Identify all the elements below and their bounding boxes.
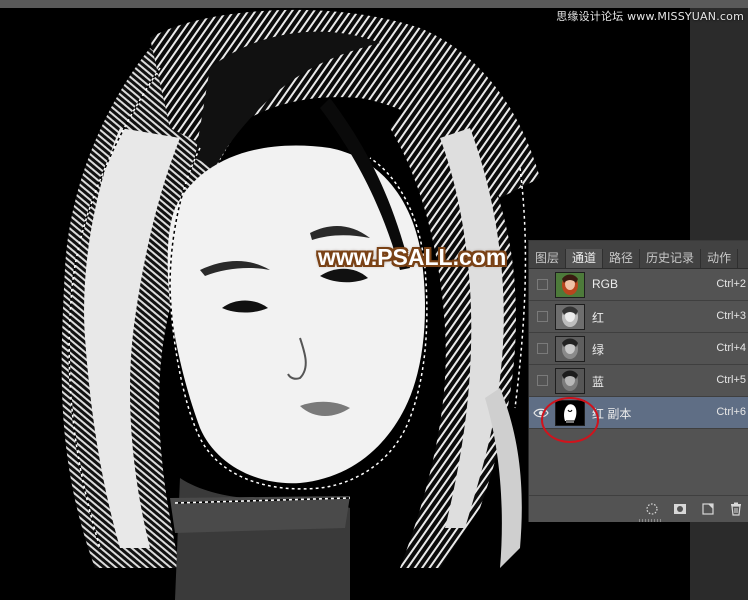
channel-row-rgb[interactable]: RGB Ctrl+2 <box>529 269 748 301</box>
channel-row-red[interactable]: 红 Ctrl+3 <box>529 301 748 333</box>
watermark-text: www.PSALL.com <box>318 244 507 270</box>
load-selection-icon[interactable] <box>645 502 659 516</box>
tab-layers[interactable]: 图层 <box>529 249 567 268</box>
channel-thumbnail <box>555 304 585 330</box>
channel-thumbnail <box>555 272 585 298</box>
channel-thumbnail <box>555 368 585 394</box>
new-channel-icon[interactable] <box>701 502 715 516</box>
tab-paths[interactable]: 路径 <box>603 249 641 268</box>
visibility-toggle[interactable] <box>537 279 548 290</box>
channel-name: 蓝 <box>592 375 605 389</box>
channel-row-blue[interactable]: 蓝 Ctrl+5 <box>529 365 748 397</box>
panel-tabs: 图层 通道 路径 历史记录 动作 <box>529 241 748 269</box>
delete-channel-icon[interactable] <box>729 502 743 516</box>
channel-shortcut: Ctrl+4 <box>716 342 746 354</box>
channel-name: 红 <box>592 311 605 325</box>
channels-panel: 图层 通道 路径 历史记录 动作 RGB Ctrl+2 红 Ctrl+3 绿 C… <box>528 240 748 522</box>
save-selection-icon[interactable] <box>673 502 687 516</box>
visibility-toggle[interactable] <box>537 311 548 322</box>
annotation-circle <box>541 397 599 443</box>
channel-thumbnail <box>555 336 585 362</box>
channel-name: RGB <box>592 277 619 291</box>
visibility-toggle[interactable] <box>537 375 548 386</box>
channel-shortcut: Ctrl+6 <box>716 406 746 418</box>
channel-name: 绿 <box>592 343 605 357</box>
channel-shortcut: Ctrl+5 <box>716 374 746 386</box>
panel-footer <box>529 495 748 522</box>
channel-row-green[interactable]: 绿 Ctrl+4 <box>529 333 748 365</box>
source-label: 思缘设计论坛 www.MISSYUAN.com <box>556 10 744 23</box>
channel-shortcut: Ctrl+2 <box>716 278 746 290</box>
tab-actions[interactable]: 动作 <box>701 249 739 268</box>
tab-history[interactable]: 历史记录 <box>640 249 702 268</box>
channel-shortcut: Ctrl+3 <box>716 310 746 322</box>
app-top-strip <box>0 0 748 8</box>
tab-channels[interactable]: 通道 <box>566 249 604 268</box>
resize-grip[interactable] <box>639 519 661 522</box>
visibility-toggle[interactable] <box>537 343 548 354</box>
